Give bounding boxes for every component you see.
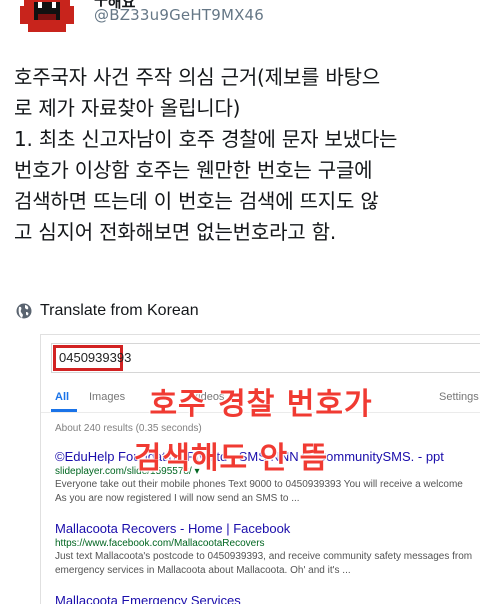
overlay-caption: 검색해도 안 뜸 xyxy=(133,441,329,476)
result-title: Mallacoota Recovers - Home | Facebook xyxy=(55,521,291,536)
overlay-caption: 호주 경찰 번호가 xyxy=(149,387,373,422)
result-url: https://www.facebook.com/MallacootaRecov… xyxy=(55,538,265,549)
search-result: Mallacoota Emergency Services xyxy=(55,593,480,604)
result-snippet: emergency services in Mallacoota about M… xyxy=(55,565,351,576)
tweet-text-line: 로 제가 자료찾아 올립니다) xyxy=(14,96,241,120)
avatar[interactable] xyxy=(16,0,78,36)
tweet-text-line: 검색하면 뜨는데 이 번호는 검색에 뜨지도 않 xyxy=(14,189,379,213)
user-handle[interactable]: @BZ33u9GeHT9MX46 xyxy=(94,6,264,24)
translate-label: Translate from Korean xyxy=(40,302,199,319)
tweet-text: 호주국자 사건 주작 의심 근거(제보를 바탕으 로 제가 자료찾아 올립니다)… xyxy=(14,62,476,248)
tweet-text-line: 번호가 이상함 호주는 웬만한 번호는 구글에 xyxy=(14,158,373,182)
search-screenshot: 0450939393 All Images Videos Settings Ab… xyxy=(40,334,480,604)
tweet-text-line: 고 심지어 전화해보면 없는번호라고 함. xyxy=(14,220,336,244)
globe-icon xyxy=(16,303,32,319)
result-snippet: As you are now registered I will now sen… xyxy=(55,493,300,504)
result-snippet: Everyone take out their mobile phones Te… xyxy=(55,479,463,490)
translate-link[interactable]: Translate from Korean xyxy=(16,300,199,322)
result-title: Mallacoota Emergency Services xyxy=(55,593,241,604)
search-result: Mallacoota Recovers - Home | Facebook ht… xyxy=(55,521,480,577)
result-snippet: Just text Mallacoota's postcode to 04509… xyxy=(55,551,473,562)
tweet-text-line: 1. 최초 신고자남이 호주 경찰에 문자 보냈다는 xyxy=(14,127,398,151)
tweet-text-line: 호주국자 사건 주작 의심 근거(제보를 바탕으 xyxy=(14,65,380,89)
search-query: 0450939393 xyxy=(59,350,132,365)
